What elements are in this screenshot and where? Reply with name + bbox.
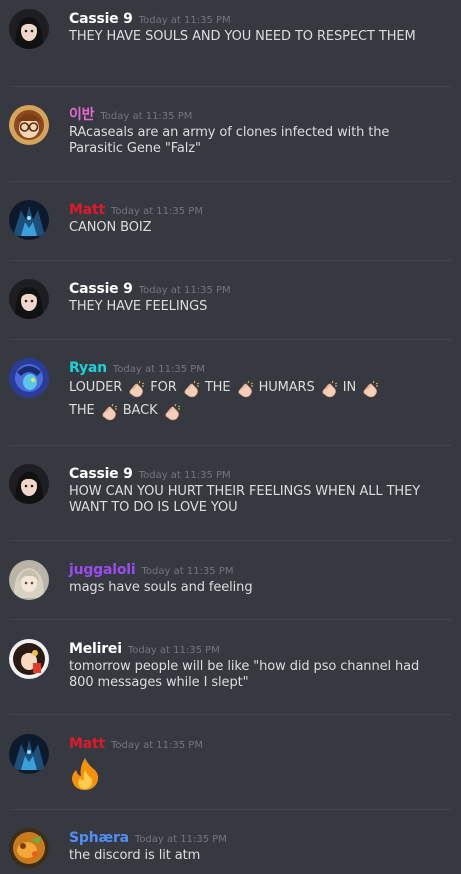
message-text: HOW CAN YOU HURT THEIR FEELINGS WHEN ALL… bbox=[69, 484, 421, 515]
avatar[interactable] bbox=[9, 734, 49, 774]
avatar[interactable] bbox=[9, 9, 49, 49]
clapping-hands-icon bbox=[181, 378, 201, 400]
message-text: LOUDER FOR THE HUMARS IN THE BACK bbox=[69, 377, 439, 423]
author-name[interactable]: Sphæra bbox=[69, 830, 129, 846]
message-header: Melirei Today at 11:35 PM bbox=[69, 638, 220, 657]
divider bbox=[10, 339, 451, 340]
avatar[interactable] bbox=[9, 464, 49, 504]
avatar[interactable] bbox=[9, 105, 49, 145]
word: LOUDER bbox=[69, 380, 123, 395]
message-text: tomorrow people will be like "how did ps… bbox=[69, 659, 420, 690]
message-text: RAcaseals are an army of clones infected… bbox=[69, 125, 390, 156]
author-name[interactable]: Cassie 9 bbox=[69, 11, 133, 27]
message-list: Cassie 9 Today at 11:35 PM THEY HAVE SOUL… bbox=[0, 0, 461, 874]
word: IN bbox=[342, 380, 357, 395]
message-header: 이반 Today at 11:35 PM bbox=[69, 104, 192, 124]
timestamp: Today at 11:35 PM bbox=[110, 206, 203, 217]
word: THE bbox=[204, 380, 231, 395]
timestamp: Today at 11:35 PM bbox=[112, 364, 205, 375]
timestamp: Today at 11:35 PM bbox=[100, 111, 193, 122]
author-name[interactable]: Cassie 9 bbox=[69, 466, 133, 482]
message-text: the discord is lit atm bbox=[69, 848, 201, 863]
avatar[interactable] bbox=[9, 560, 49, 600]
message-text: THEY HAVE FEELINGS bbox=[69, 299, 208, 314]
clapping-hands-icon bbox=[162, 401, 182, 423]
message-header: juggaloli Today at 11:35 PM bbox=[69, 559, 233, 578]
author-name[interactable]: 이반 bbox=[69, 107, 95, 123]
author-name[interactable]: Matt bbox=[69, 736, 105, 752]
fire-icon bbox=[69, 756, 439, 790]
author-name[interactable]: Matt bbox=[69, 202, 105, 218]
clapping-hands-icon bbox=[319, 378, 339, 400]
message-text: CANON BOIZ bbox=[69, 220, 152, 235]
word: HUMARS bbox=[258, 380, 315, 395]
message-header: Cassie 9 Today at 11:35 PM bbox=[69, 463, 231, 482]
timestamp: Today at 11:35 PM bbox=[138, 470, 231, 481]
message-text: mags have souls and feeling bbox=[69, 580, 253, 595]
divider bbox=[10, 540, 451, 541]
author-name[interactable]: Melirei bbox=[69, 641, 122, 657]
avatar[interactable] bbox=[9, 639, 49, 679]
divider bbox=[10, 809, 451, 810]
timestamp: Today at 11:35 PM bbox=[134, 834, 227, 845]
word: THE bbox=[69, 403, 95, 418]
divider bbox=[10, 260, 451, 261]
author-name[interactable]: Cassie 9 bbox=[69, 281, 133, 297]
word: BACK bbox=[122, 403, 158, 418]
divider bbox=[10, 181, 451, 182]
clapping-hands-icon bbox=[99, 401, 119, 423]
avatar[interactable] bbox=[9, 358, 49, 398]
timestamp: Today at 11:35 PM bbox=[141, 566, 234, 577]
message-header: Ryan Today at 11:35 PM bbox=[69, 357, 205, 376]
divider bbox=[10, 714, 451, 715]
message-header: Matt Today at 11:35 PM bbox=[69, 199, 203, 218]
clapping-hands-icon bbox=[235, 378, 255, 400]
avatar[interactable] bbox=[9, 279, 49, 319]
timestamp: Today at 11:35 PM bbox=[138, 285, 231, 296]
clapping-hands-icon bbox=[126, 378, 146, 400]
timestamp: Today at 11:35 PM bbox=[138, 15, 231, 26]
author-name[interactable]: juggaloli bbox=[69, 562, 136, 578]
message-header: Cassie 9 Today at 11:35 PM bbox=[69, 8, 231, 27]
divider bbox=[10, 619, 451, 620]
timestamp: Today at 11:35 PM bbox=[127, 645, 220, 656]
clapping-hands-icon bbox=[360, 378, 380, 400]
timestamp: Today at 11:35 PM bbox=[110, 740, 203, 751]
message-header: Matt Today at 11:35 PM bbox=[69, 733, 203, 752]
author-name[interactable]: Ryan bbox=[69, 360, 107, 376]
message-header: Cassie 9 Today at 11:35 PM bbox=[69, 278, 231, 297]
divider bbox=[10, 86, 451, 87]
message-header: Sphæra Today at 11:35 PM bbox=[69, 827, 227, 846]
word: FOR bbox=[150, 380, 177, 395]
avatar[interactable] bbox=[9, 828, 49, 868]
message-text: THEY HAVE SOULS AND YOU NEED TO RESPECT … bbox=[69, 29, 416, 44]
avatar[interactable] bbox=[9, 200, 49, 240]
divider bbox=[10, 445, 451, 446]
